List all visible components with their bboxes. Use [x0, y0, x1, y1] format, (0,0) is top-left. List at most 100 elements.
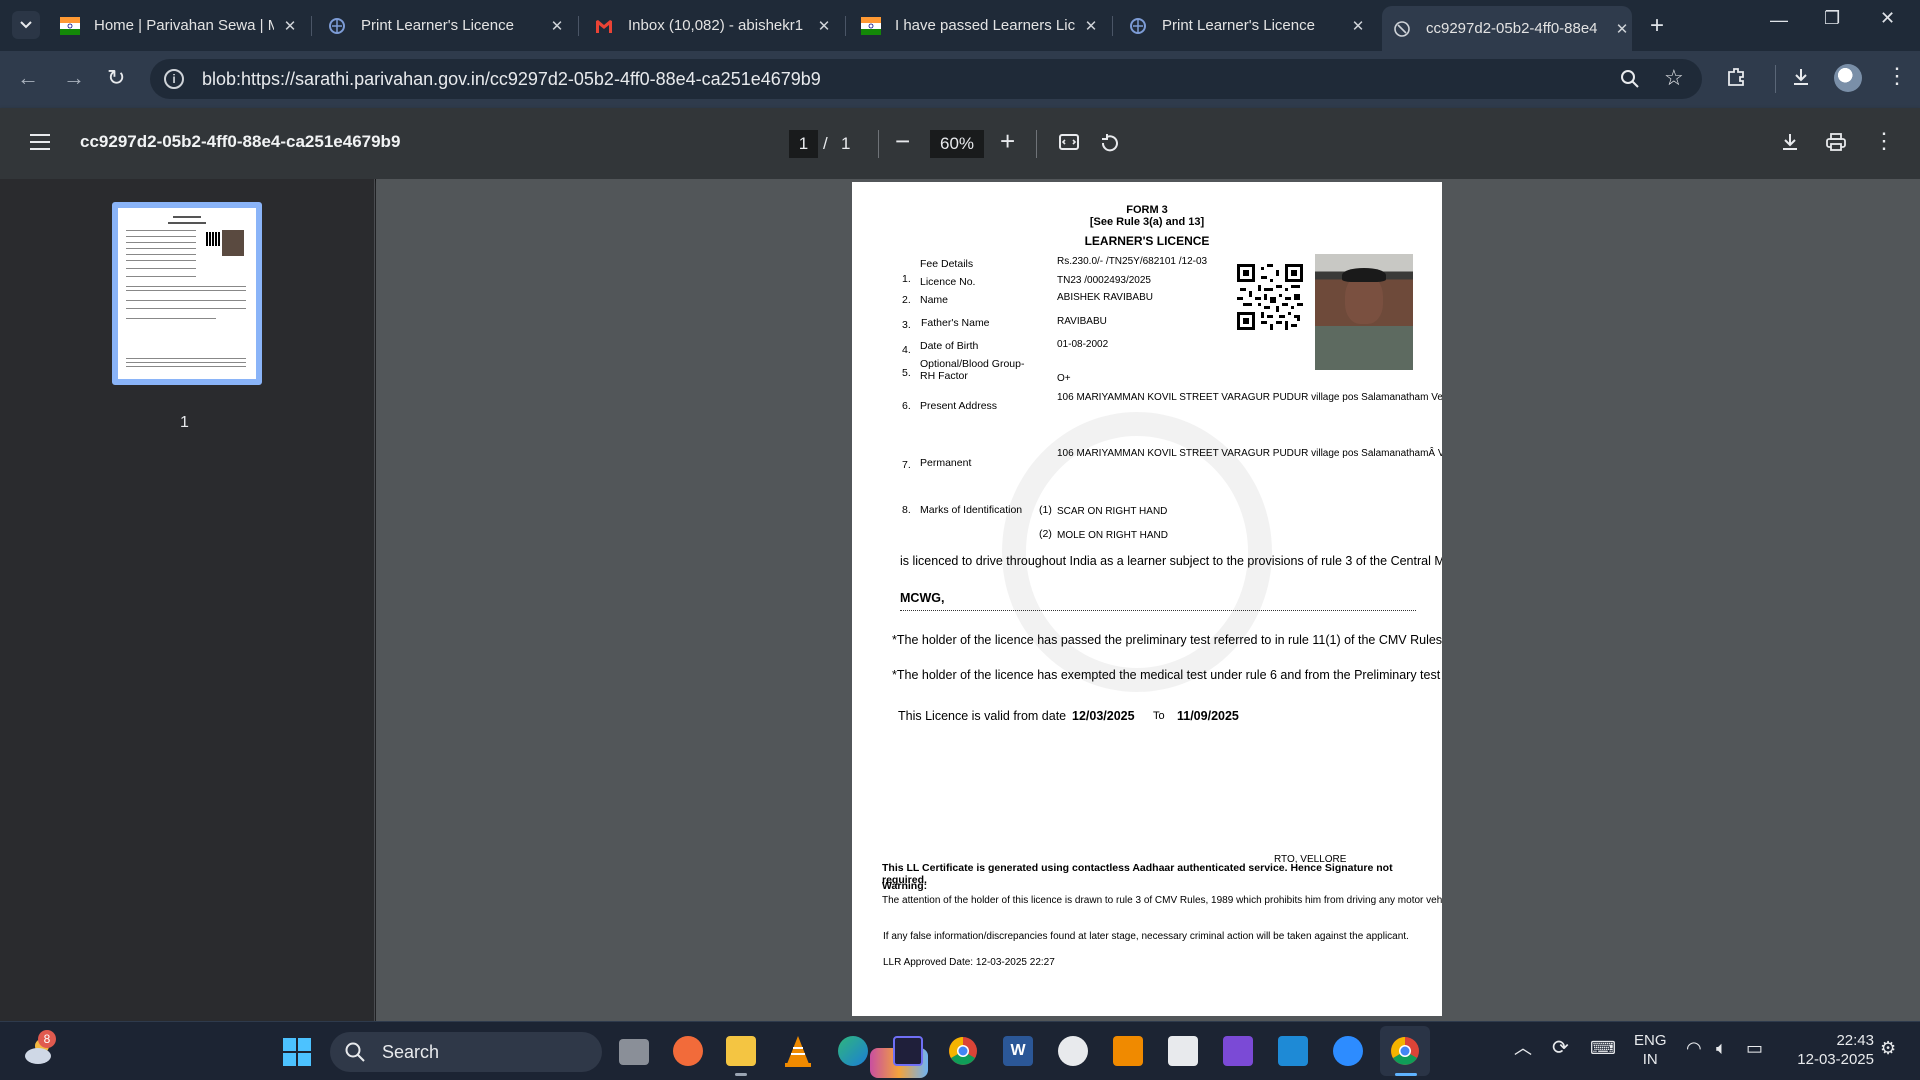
pdf-page: FORM 3 [See Rule 3(a) and 13] LEARNER'S … [852, 182, 1442, 1016]
close-icon[interactable]: ✕ [1348, 17, 1368, 35]
close-icon[interactable]: ✕ [280, 17, 300, 35]
row-number: 6. [902, 400, 911, 412]
close-window-button[interactable]: ✕ [1880, 8, 1895, 29]
thumb-line [126, 362, 246, 363]
close-icon[interactable]: ✕ [1081, 17, 1101, 35]
tab-title: Inbox (10,082) - abishekr1 [628, 17, 804, 34]
address-bar[interactable]: i blob:https://sarathi.parivahan.gov.in/… [150, 59, 1702, 99]
chrome-active-icon[interactable] [1390, 1036, 1420, 1066]
chrome-icon[interactable] [948, 1036, 978, 1066]
tray-overflow-icon[interactable]: ︿ [1514, 1039, 1532, 1058]
thumb-line [126, 248, 196, 249]
close-icon[interactable]: ✕ [1612, 20, 1632, 38]
tab-separator [845, 16, 846, 36]
intellij-icon[interactable] [893, 1036, 923, 1066]
tab-gmail-inbox[interactable]: Inbox (10,082) - abishekr1 ✕ [584, 6, 834, 45]
licenced-statement: is licenced to drive throughout India as… [900, 554, 1442, 568]
pdf-more-icon[interactable]: ⋮ [1873, 128, 1895, 154]
minimize-button[interactable]: — [1770, 10, 1788, 31]
tab-blob-pdf[interactable]: cc9297d2-05b2-4ff0-88e4 ✕ [1382, 6, 1632, 51]
keyboard-icon[interactable]: ⌨ [1590, 1039, 1616, 1058]
pdf-download-icon[interactable] [1780, 132, 1800, 158]
task-view-icon[interactable] [619, 1039, 649, 1065]
page-number-input[interactable]: 1 [789, 130, 818, 158]
thumbnail-page-number: 1 [180, 414, 189, 431]
vehicle-class: MCWG, [900, 591, 945, 605]
page-thumbnail[interactable] [112, 202, 262, 385]
bookmark-star-icon[interactable]: ☆ [1664, 65, 1684, 91]
india-flag-icon [861, 16, 881, 35]
reload-button[interactable]: ↻ [107, 65, 125, 91]
valid-from-date: 12/03/2025 [1072, 709, 1135, 723]
zoom-icon[interactable] [1333, 1036, 1363, 1066]
windows-logo-icon [283, 1038, 311, 1066]
store-icon[interactable] [1168, 1036, 1198, 1066]
site-info-icon[interactable]: i [164, 69, 184, 89]
restore-button[interactable]: ❐ [1824, 8, 1840, 29]
name-value: ABISHEK RAVIBABU [1057, 292, 1153, 303]
permanent-address-label: Permanent [920, 457, 972, 469]
app-orange-icon[interactable] [673, 1036, 703, 1066]
search-label: Search [382, 1041, 440, 1062]
tab-passed-learners[interactable]: I have passed Learners Lice ✕ [851, 6, 1101, 45]
sidebar-menu-icon[interactable] [30, 134, 50, 155]
tab-print-licence-2[interactable]: Print Learner's Licence ✕ [1118, 6, 1368, 45]
profile-avatar[interactable] [1834, 64, 1862, 92]
applicant-photo [1315, 254, 1413, 370]
rotate-icon[interactable] [1098, 132, 1120, 160]
fit-to-page-icon[interactable] [1058, 132, 1080, 158]
pdf-viewer[interactable]: FORM 3 [See Rule 3(a) and 13] LEARNER'S … [376, 179, 1920, 1021]
preliminary-test-note: *The holder of the licence has passed th… [892, 633, 1442, 647]
word-icon[interactable]: W [1003, 1036, 1033, 1066]
search-icon [345, 1042, 365, 1062]
zoom-in-button[interactable]: + [1000, 126, 1015, 157]
mark-number: (2) [1039, 528, 1052, 540]
forward-button[interactable]: → [63, 65, 85, 91]
globe-icon [1394, 20, 1410, 37]
language-indicator[interactable]: ENG IN [1634, 1031, 1667, 1069]
file-explorer-icon[interactable] [726, 1036, 756, 1066]
sync-icon[interactable]: ⟳ [1552, 1038, 1569, 1058]
zoom-level-input[interactable]: 60% [930, 130, 984, 158]
downloads-icon[interactable] [1790, 66, 1812, 94]
toolbar-divider [1775, 65, 1776, 93]
thumb-line [168, 222, 206, 224]
back-button[interactable]: ← [17, 65, 39, 91]
thumb-line [126, 358, 246, 359]
mark-1-value: SCAR ON RIGHT HAND [1057, 506, 1168, 517]
print-icon[interactable] [1825, 132, 1847, 158]
tab-search-button[interactable] [12, 11, 40, 39]
thumb-line [126, 308, 246, 309]
row-number: 1. [902, 273, 911, 285]
false-info-note: If any false information/discrepancies f… [883, 931, 1409, 942]
tab-print-licence-1[interactable]: Print Learner's Licence ✕ [317, 6, 567, 45]
vscode-icon[interactable] [1278, 1036, 1308, 1066]
github-icon[interactable] [1058, 1036, 1088, 1066]
tab-parivahan-home[interactable]: Home | Parivahan Sewa | M ✕ [50, 6, 300, 45]
browser-menu-icon[interactable]: ⋮ [1886, 63, 1908, 89]
zoom-out-button[interactable]: − [895, 126, 910, 157]
new-tab-button[interactable]: + [1650, 12, 1664, 40]
vlc-icon[interactable] [783, 1034, 813, 1067]
edge-icon[interactable] [838, 1036, 868, 1066]
address-url[interactable]: blob:https://sarathi.parivahan.gov.in/cc… [202, 69, 821, 90]
notifications-icon[interactable]: ⚙ [1880, 1039, 1896, 1058]
pdf-toolbar: cc9297d2-05b2-4ff0-88e4-ca251e4679b9 1 /… [0, 108, 1920, 179]
extensions-icon[interactable] [1725, 66, 1747, 94]
close-icon[interactable]: ✕ [547, 17, 567, 35]
weather-widget[interactable]: 8 [22, 1030, 58, 1068]
taskbar-search[interactable]: Search [330, 1032, 928, 1078]
name-label: Name [920, 294, 949, 306]
wifi-icon[interactable]: ◠ [1686, 1039, 1702, 1058]
close-icon[interactable]: ✕ [814, 17, 834, 35]
volume-icon[interactable]: 🔈︎ [1716, 1039, 1727, 1058]
battery-icon[interactable]: ▭ [1746, 1039, 1763, 1058]
row-number: 3. [902, 319, 911, 331]
visual-studio-icon[interactable] [1223, 1036, 1253, 1066]
sublime-icon[interactable] [1113, 1036, 1143, 1066]
running-indicator [735, 1073, 747, 1076]
present-address-value: 106 MARIYAMMAN KOVIL STREET VARAGUR PUDU… [1057, 392, 1442, 403]
zoom-icon[interactable] [1620, 69, 1640, 95]
start-button[interactable] [282, 1037, 312, 1072]
clock[interactable]: 22:43 12-03-2025 [1784, 1031, 1874, 1069]
